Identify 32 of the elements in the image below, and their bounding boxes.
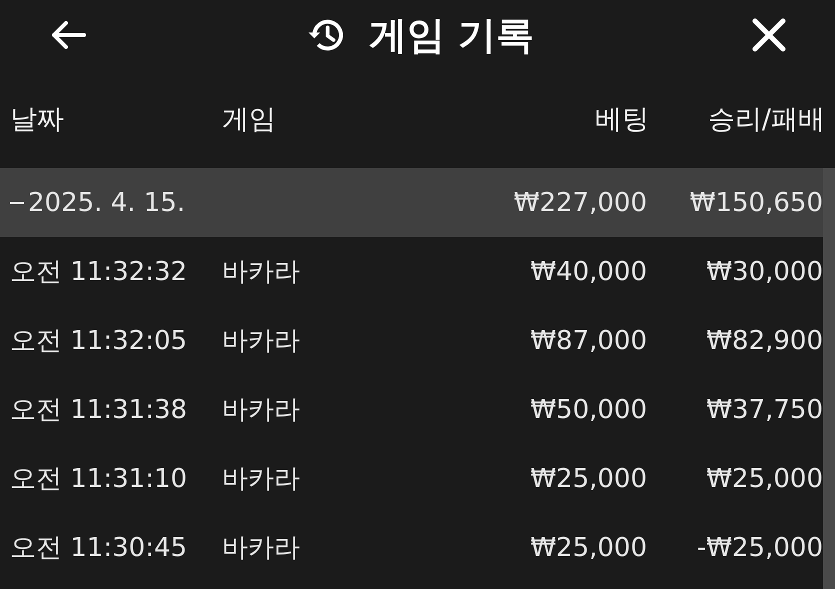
time-cell-text: 오전 11:32:32: [10, 256, 188, 289]
time-cell-text: 오전 11:31:10: [10, 463, 188, 496]
bet-cell-text: ₩87,000: [529, 326, 647, 356]
game-cell-text: 바카라: [222, 463, 301, 496]
result-cell-text: ₩37,750: [705, 394, 823, 424]
window-title: 게임 기록: [368, 12, 534, 58]
group-date: 2025. 4. 15.: [28, 188, 186, 218]
group-result-total: ₩150,650: [688, 188, 823, 218]
time-cell-text: 오전 11:32:05: [10, 325, 188, 358]
date-group-row[interactable]: 2025. 4. 15. ₩227,000 ₩150,650: [0, 168, 823, 237]
game-cell-text: 바카라: [222, 256, 301, 289]
bet-cell-text: ₩40,000: [529, 256, 647, 286]
time-cell-text: 오전 11:31:38: [10, 394, 188, 427]
scrollbar[interactable]: [823, 168, 835, 589]
group-bet-total: ₩227,000: [512, 188, 647, 218]
close-button[interactable]: [750, 17, 787, 53]
column-header: 게임: [222, 103, 277, 137]
column-header: 베팅: [594, 103, 649, 137]
game-cell-text: 바카라: [222, 394, 301, 427]
bet-cell-text: ₩25,000: [529, 532, 647, 562]
bet-cell-text: ₩25,000: [529, 464, 647, 494]
column-header: 날짜: [10, 103, 65, 137]
close-icon: [750, 17, 787, 53]
time-cell-text: 오전 11:30:45: [10, 532, 188, 565]
result-cell-text: ₩82,900: [705, 326, 823, 356]
game-cell-text: 바카라: [222, 325, 301, 358]
bet-cell-text: ₩50,000: [529, 394, 647, 424]
column-header: 승리/패배: [706, 103, 825, 137]
game-cell-text: 바카라: [222, 532, 301, 565]
result-cell-text: -₩25,000: [696, 532, 823, 562]
result-cell-text: ₩25,000: [705, 464, 823, 494]
result-cell-text: ₩30,000: [705, 256, 823, 286]
